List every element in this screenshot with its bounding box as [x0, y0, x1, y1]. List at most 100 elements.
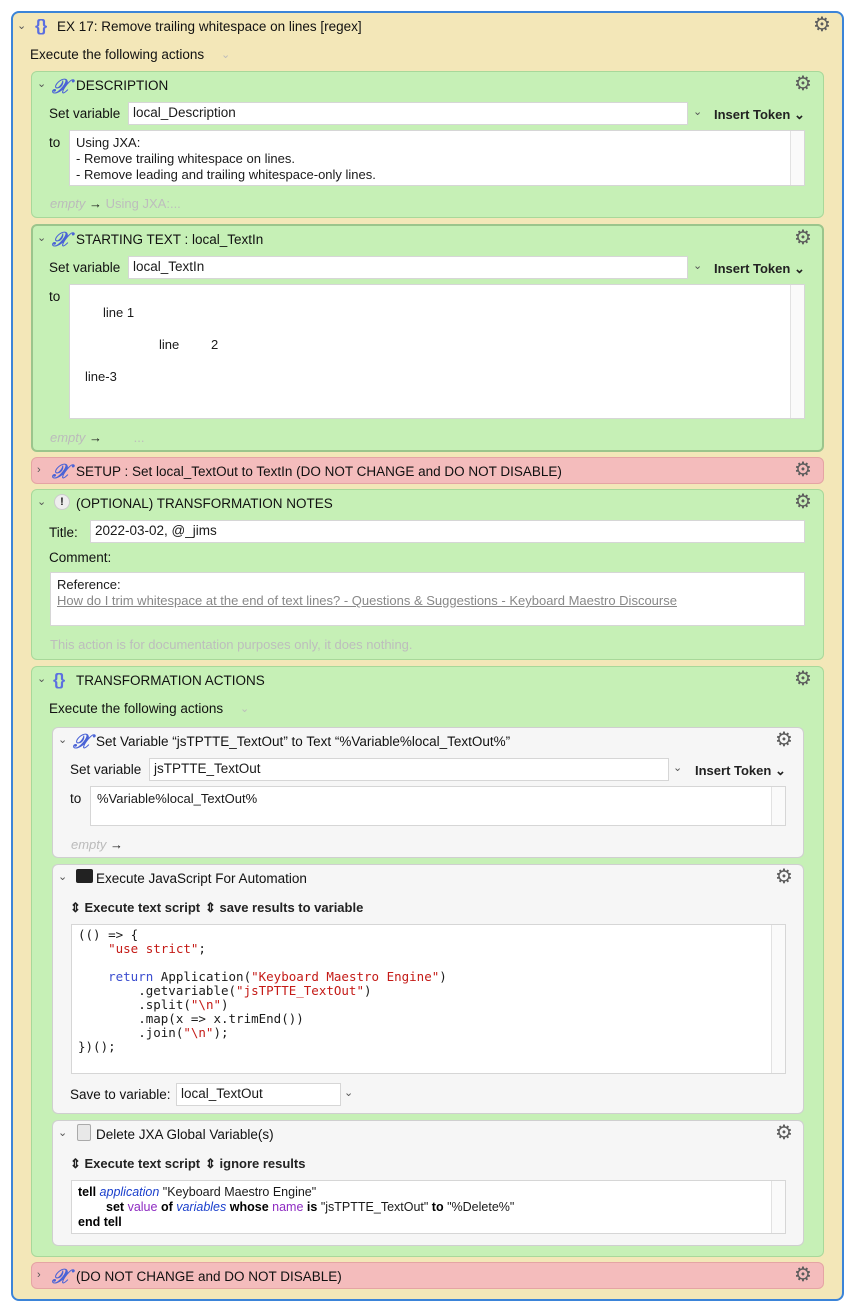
results-mode-popup[interactable]: ⇕ ignore results: [205, 1156, 305, 1172]
chevron-down-icon[interactable]: ⌄: [17, 19, 26, 32]
gear-icon[interactable]: ⚙: [794, 74, 812, 94]
results-mode-popup[interactable]: ⇕ save results to variable: [205, 900, 363, 916]
to-label: to: [49, 135, 61, 150]
set-variable-action[interactable]: ⌄ 𝒳 Set Variable “jsTPTTE_TextOut” to Te…: [52, 727, 804, 858]
variable-name-field[interactable]: local_Description: [128, 102, 688, 125]
notes-title: (OPTIONAL) TRANSFORMATION NOTES: [76, 496, 333, 511]
braces-icon: {}: [53, 670, 65, 689]
execution-mode-popup[interactable]: ⇕ Execute text script: [70, 900, 200, 916]
text-line: line-3: [85, 369, 117, 384]
chevron-down-icon[interactable]: ⌄: [693, 259, 702, 272]
value-textarea[interactable]: %Variable%local_TextOut%: [90, 786, 786, 826]
comment-label: Comment:: [49, 550, 112, 565]
chevron-down-icon[interactable]: ⌄: [37, 231, 46, 244]
gear-icon[interactable]: ⚙: [794, 460, 812, 480]
starting-text-title: STARTING TEXT : local_TextIn: [76, 232, 264, 247]
gear-clock-icon[interactable]: ⚙: [775, 867, 793, 887]
reference-link[interactable]: How do I trim whitespace at the end of t…: [57, 593, 798, 609]
applescript-editor[interactable]: tell application "Keyboard Maestro Engin…: [71, 1180, 786, 1234]
execution-mode-popup[interactable]: ⇕ Execute text script: [70, 1156, 200, 1172]
scrollbar[interactable]: [790, 285, 804, 418]
chevron-down-icon[interactable]: ⌄: [693, 105, 702, 118]
execute-label[interactable]: Execute the following actions: [30, 47, 204, 62]
insert-token-button[interactable]: Insert Token ⌄: [714, 261, 805, 277]
chevron-down-icon[interactable]: ⌄: [58, 733, 67, 746]
chevron-down-icon[interactable]: ⌄: [240, 702, 249, 715]
scrollbar[interactable]: [771, 1181, 785, 1233]
chevron-right-icon[interactable]: ›: [37, 1269, 41, 1281]
text-line: - Remove trailing whitespace on lines.: [76, 151, 295, 166]
description-title: DESCRIPTION: [76, 78, 169, 93]
empty-label: empty: [50, 196, 86, 211]
chevron-right-icon[interactable]: ›: [37, 464, 41, 476]
gear-icon[interactable]: ⚙: [794, 492, 812, 512]
save-to-variable-label: Save to variable:: [70, 1087, 171, 1102]
gear-icon[interactable]: ⚙: [794, 228, 812, 248]
final-title: (DO NOT CHANGE and DO NOT DISABLE): [76, 1269, 342, 1284]
value-textarea[interactable]: line 1 line 2 line-3: [69, 284, 805, 419]
scrollbar[interactable]: [771, 925, 785, 1073]
notes-footer: This action is for documentation purpose…: [50, 637, 413, 652]
variable-x-icon: 𝒳: [52, 227, 70, 251]
execute-label[interactable]: Execute the following actions: [49, 701, 223, 716]
chevron-down-icon[interactable]: ⌄: [37, 495, 46, 508]
jxa-title: Execute JavaScript For Automation: [96, 871, 307, 886]
text-line: line 1: [103, 305, 135, 320]
script-editor[interactable]: (() => { "use strict"; return Applicatio…: [71, 924, 786, 1074]
text-line: Using JXA:: [76, 135, 141, 150]
chevron-down-icon[interactable]: ⌄: [673, 761, 682, 774]
starting-text-action[interactable]: ⌄ 𝒳 STARTING TEXT : local_TextIn ⚙ Set v…: [31, 224, 824, 452]
gear-clock-icon[interactable]: ⚙: [794, 669, 812, 689]
exclamation-icon: !: [54, 494, 70, 510]
variable-x-icon: 𝒳: [52, 459, 70, 483]
jxa-action[interactable]: ⌄ Execute JavaScript For Automation ⚙ ⇕ …: [52, 864, 804, 1114]
preview-value: Using JXA:...: [105, 196, 181, 211]
gear-clock-icon[interactable]: ⚙: [813, 15, 831, 35]
gear-icon[interactable]: ⚙: [794, 1265, 812, 1285]
insert-token-button[interactable]: Insert Token ⌄: [714, 107, 805, 123]
terminal-icon: [76, 869, 93, 883]
text-line: line: [159, 337, 180, 352]
chevron-down-icon[interactable]: ⌄: [37, 672, 46, 685]
delete-jxa-action[interactable]: ⌄ Delete JXA Global Variable(s) ⚙ ⇕ Exec…: [52, 1120, 804, 1246]
set-variable-label: Set variable: [70, 762, 142, 777]
arrow-icon: →: [110, 837, 124, 852]
script-icon: [77, 1124, 91, 1141]
value-text: %Variable%local_TextOut%: [97, 791, 258, 806]
notes-action[interactable]: ⌄ ! (OPTIONAL) TRANSFORMATION NOTES ⚙ Ti…: [31, 489, 824, 660]
transformation-title: TRANSFORMATION ACTIONS: [76, 673, 265, 688]
chevron-down-icon[interactable]: ⌄: [58, 870, 67, 883]
transformation-group[interactable]: ⌄ {} TRANSFORMATION ACTIONS ⚙ Execute th…: [31, 666, 824, 1257]
text-line: 2: [211, 337, 219, 352]
gear-icon[interactable]: ⚙: [775, 1123, 793, 1143]
chevron-down-icon[interactable]: ⌄: [344, 1086, 353, 1099]
chevron-down-icon[interactable]: ⌄: [58, 1126, 67, 1139]
to-label: to: [49, 289, 61, 304]
save-variable-field[interactable]: local_TextOut: [176, 1083, 341, 1106]
empty-label: empty: [50, 430, 86, 445]
variable-name-field[interactable]: jsTPTTE_TextOut: [149, 758, 669, 781]
title-label: Title:: [49, 525, 78, 540]
title-field[interactable]: 2022-03-02, @_jims: [90, 520, 805, 543]
gear-icon[interactable]: ⚙: [775, 730, 793, 750]
chevron-down-icon[interactable]: ⌄: [37, 77, 46, 90]
empty-label: empty: [71, 837, 107, 852]
preview-value: ...: [133, 430, 145, 445]
reference-label: Reference:: [57, 577, 121, 592]
preview-line: empty → Using JXA:...: [50, 196, 181, 211]
braces-icon: {}: [35, 16, 47, 35]
variable-name-field[interactable]: local_TextIn: [128, 256, 688, 279]
insert-token-button[interactable]: Insert Token ⌄: [695, 763, 786, 779]
value-textarea[interactable]: Using JXA: - Remove trailing whitespace …: [69, 130, 805, 186]
set-variable-label: Set variable: [49, 260, 121, 275]
to-label: to: [70, 791, 82, 806]
description-action[interactable]: ⌄ 𝒳 DESCRIPTION ⚙ Set variable local_Des…: [31, 71, 824, 218]
preview-line: empty → ...: [50, 430, 145, 445]
final-action[interactable]: › 𝒳 (DO NOT CHANGE and DO NOT DISABLE) ⚙: [31, 1262, 824, 1289]
setup-action[interactable]: › 𝒳 SETUP : Set local_TextOut to TextIn …: [31, 457, 824, 484]
scrollbar[interactable]: [790, 131, 804, 185]
comment-textarea[interactable]: Reference: How do I trim whitespace at t…: [50, 572, 805, 626]
setup-title: SETUP : Set local_TextOut to TextIn (DO …: [76, 464, 562, 479]
scrollbar[interactable]: [771, 787, 785, 825]
chevron-down-icon[interactable]: ⌄: [221, 48, 230, 61]
